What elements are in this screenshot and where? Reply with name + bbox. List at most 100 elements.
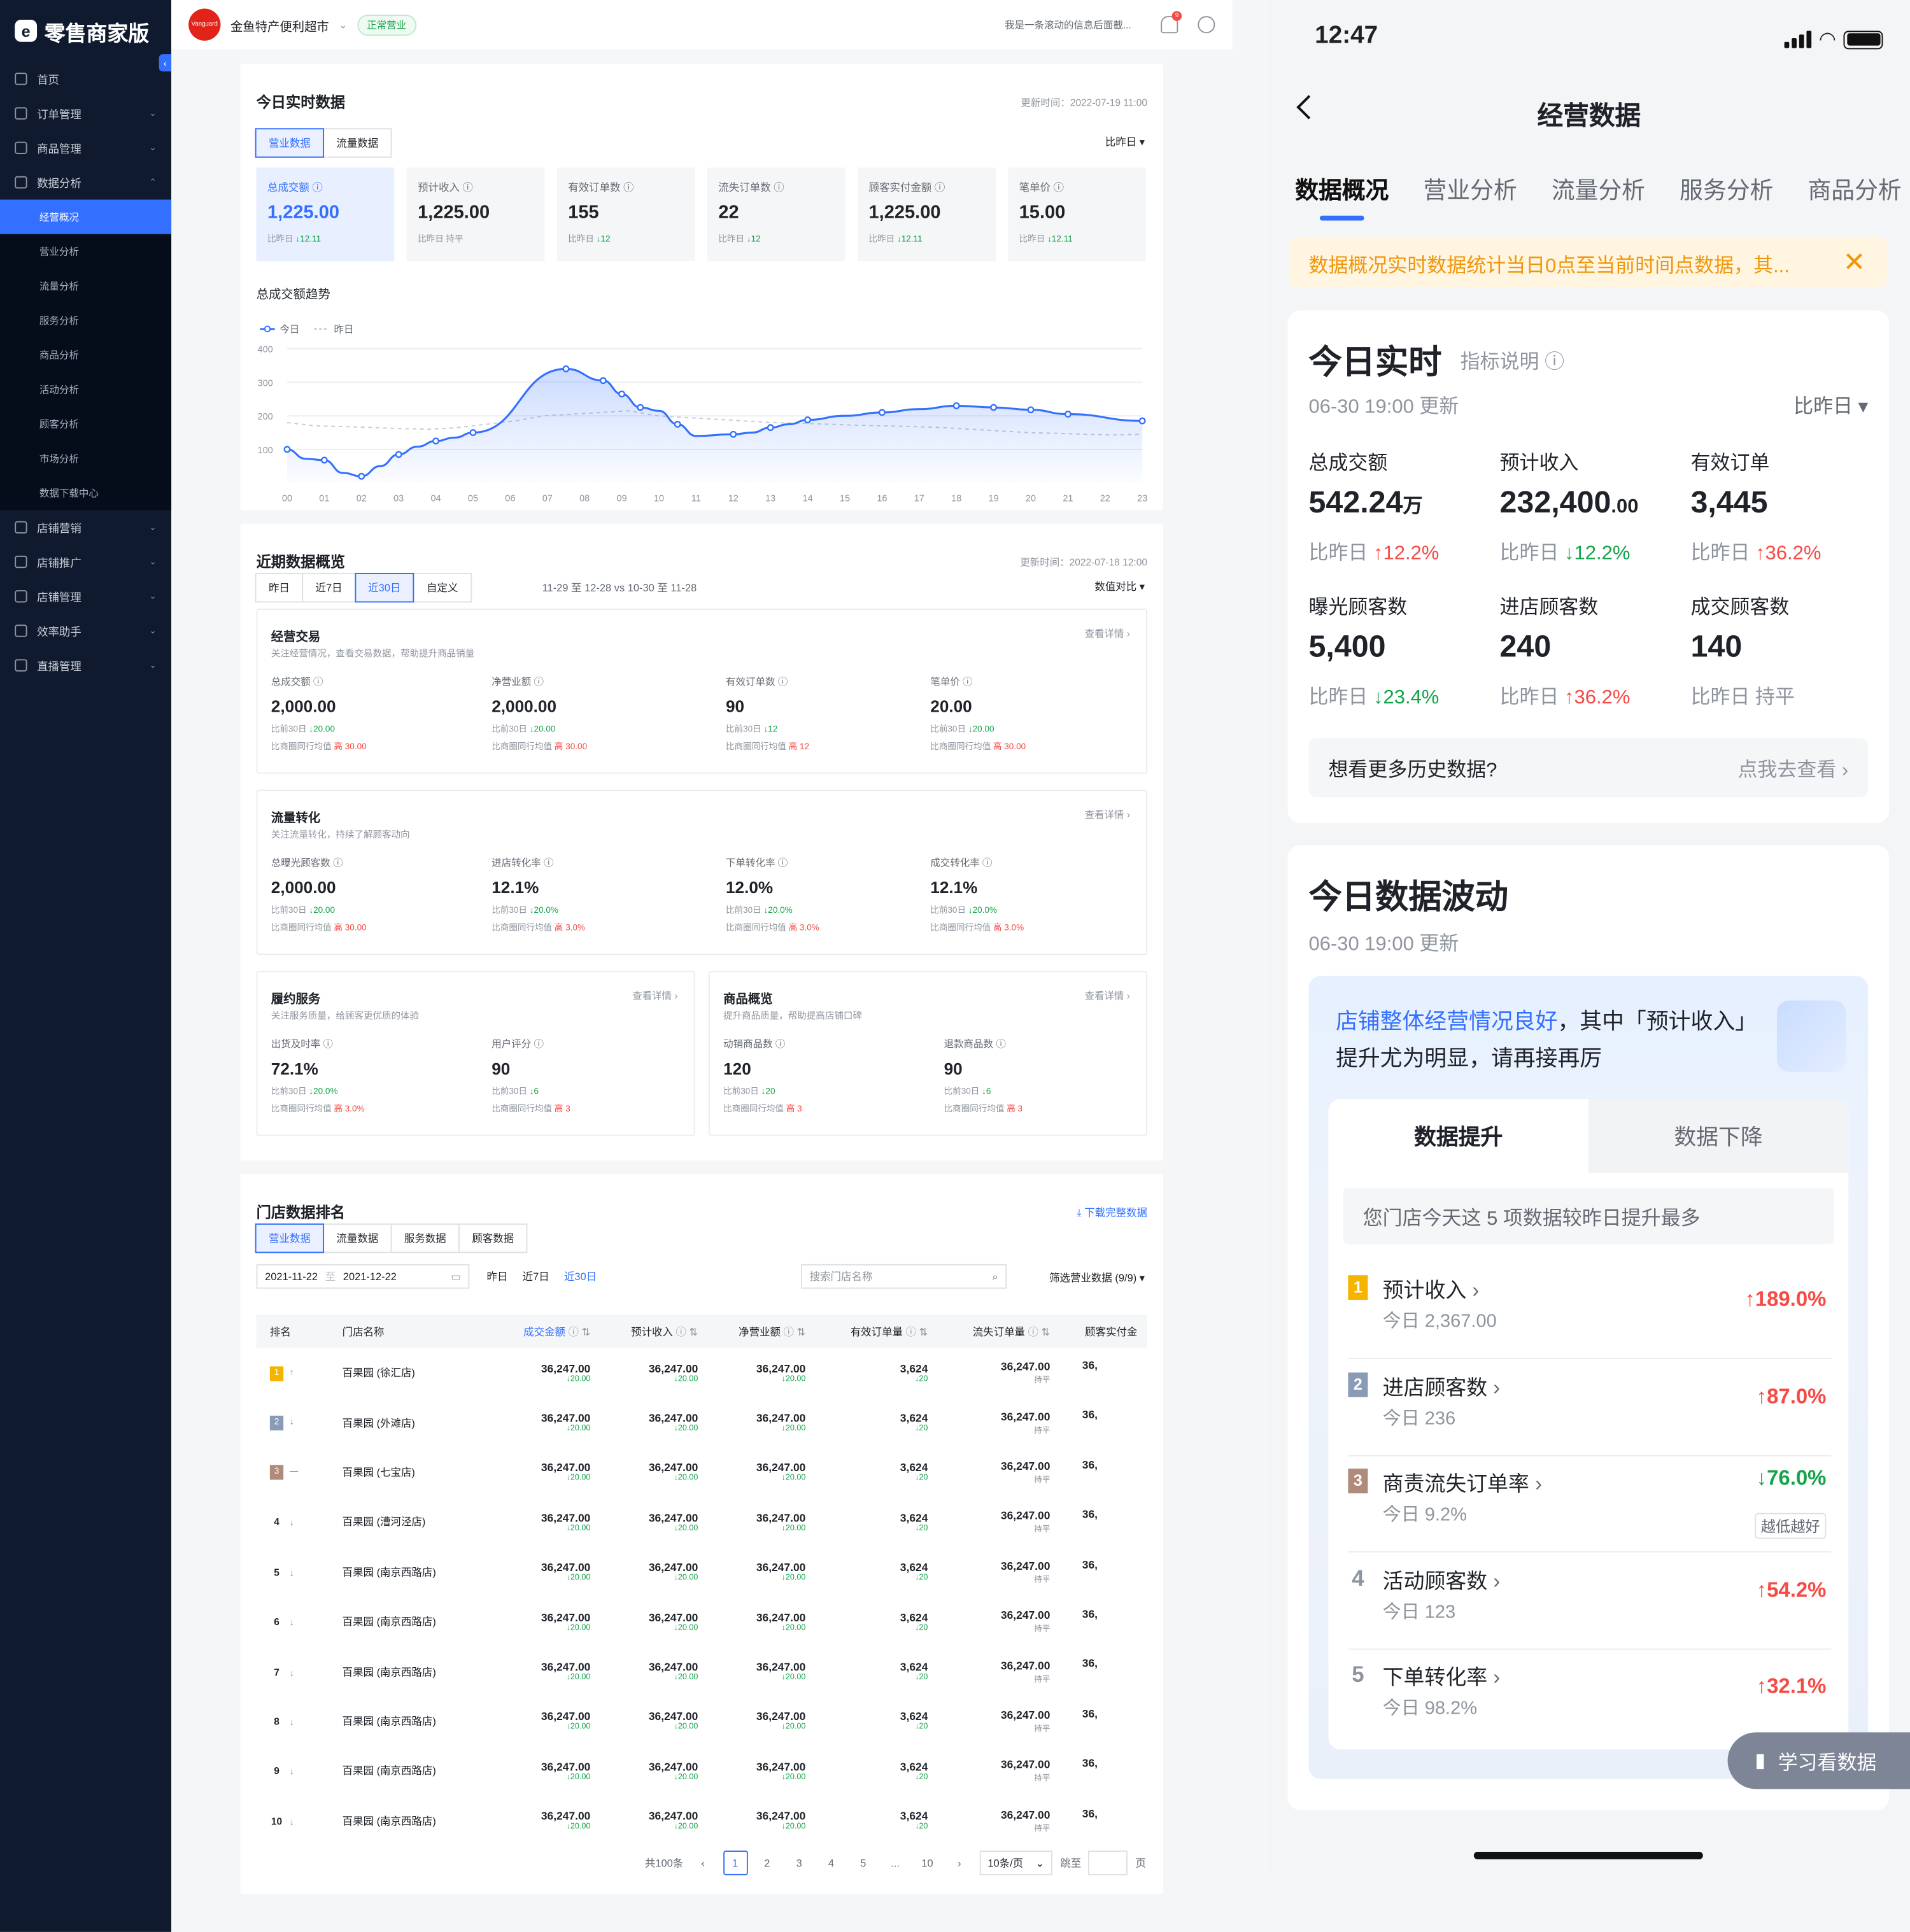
mobile-tab-1[interactable]: 营业分析 [1424,173,1517,206]
today-point[interactable] [804,416,812,423]
page-4[interactable]: 5 [851,1851,875,1875]
column-header-3[interactable]: 预计收入 ⓘ ⇅ [600,1315,708,1348]
today-point[interactable] [469,429,477,437]
metric[interactable]: 笔单价 ⓘ 20.00 比前30日 ↓20.00 比商圈同行均值 高 30.00 [930,675,1026,753]
metric[interactable]: 下单转化率 ⓘ 12.0% 比前30日 ↓20.0% 比商圈同行均值 高 3.0% [726,856,819,934]
metric[interactable]: 有效订单数 ⓘ 90 比前30日 ↓12 比商圈同行均值 高 12 [726,675,809,753]
sidebar-subitem-6[interactable]: 顾客分析 [0,407,171,441]
tab-data-down[interactable]: 数据下降 [1588,1099,1849,1173]
column-header-4[interactable]: 净营业额 ⓘ ⇅ [707,1315,816,1348]
goto-page-input[interactable] [1088,1851,1128,1875]
today-point[interactable] [432,437,439,445]
metric[interactable]: 总曝光顾客数 ⓘ 2,000.00 比前30日 ↓20.00 比商圈同行均值 高 30… [271,856,367,934]
marquee-message[interactable]: 我是一条滚动的信息后面截... [1005,18,1131,31]
learn-data-button[interactable]: ▮ 学习看数据 [1727,1732,1910,1789]
page-6[interactable]: 10 [915,1851,940,1875]
sidebar-item-0[interactable]: 首页 [0,62,171,96]
kpi-card-4[interactable]: 顾客实付金额 ⓘ 1,225.00 比昨日 ↓12.11 [858,167,996,262]
today-point[interactable] [878,409,886,416]
today-point[interactable] [358,472,365,480]
bell-icon[interactable]: 9 [1161,11,1182,34]
sidebar-bottom-item-2[interactable]: 店铺管理 ⌄ [0,579,171,614]
sidebar-item-1[interactable]: 订单管理 ⌄ [0,96,171,130]
table-row[interactable]: 6 ↓ 百果园 (南京西路店) 36,247.00 ↓20.00 36,247.00 ↓20… [257,1597,1147,1646]
metric[interactable]: 进店转化率 ⓘ 12.1% 比前30日 ↓20.0% 比商圈同行均值 高 3.0% [492,856,585,934]
store-switcher[interactable]: 金鱼特产便利超市 [230,15,329,34]
metric[interactable]: 动销商品数 ⓘ 120 比前30日 ↓20 比商圈同行均值 高 3 [723,1038,802,1115]
today-point[interactable] [395,451,402,458]
kpi-card-5[interactable]: 笔单价 ⓘ 15.00 比昨日 ↓12.11 [1008,167,1147,262]
brand-logo[interactable]: e 零售商家版 [0,0,171,62]
kpi-card-0[interactable]: 总成交额 ⓘ 1,225.00 比昨日 ↓12.11 [256,167,395,262]
metric-help-link[interactable]: 指标说明 ⓘ [1461,345,1565,374]
tab-2[interactable]: 服务数据 [390,1223,460,1253]
page-2[interactable]: 3 [787,1851,812,1875]
today-point[interactable] [1138,417,1146,425]
today-point[interactable] [283,446,291,453]
date-range-picker[interactable]: 2021-11-22 至 2021-12-22 ▭ [256,1264,470,1289]
tab-1[interactable]: 流量数据 [323,128,392,158]
see-details-link[interactable]: 查看详情 › [632,989,677,1003]
tab-3[interactable]: 顾客数据 [458,1223,528,1253]
page-0[interactable]: 1 [723,1851,747,1875]
today-point[interactable] [767,424,774,432]
store-search-input[interactable]: 搜索门店名称 ⌕ [801,1264,1007,1289]
today-point[interactable] [990,404,998,411]
next-page-icon[interactable]: › [947,1851,972,1875]
today-point[interactable] [1064,411,1072,418]
tab-0[interactable]: 昨日 [255,573,304,603]
see-details-link[interactable]: 查看详情 › [1084,989,1129,1003]
kpi-card-2[interactable]: 有效订单数 ⓘ 155 比昨日 ↓12 [556,167,695,262]
sidebar-subitem-7[interactable]: 市场分析 [0,441,171,476]
metric[interactable]: 出货及时率 ⓘ 72.1% 比前30日 ↓20.0% 比商圈同行均值 高 3.0% [271,1038,365,1115]
metric[interactable]: 净营业额 ⓘ 2,000.00 比前30日 ↓20.00 比商圈同行均值 高 30.0… [492,675,587,753]
metric[interactable]: 退款商品数 ⓘ 90 比前30日 ↓6 比商圈同行均值 高 3 [944,1038,1022,1115]
tab-0[interactable]: 营业数据 [255,1223,325,1253]
today-point[interactable] [618,390,626,398]
today-point[interactable] [730,430,737,438]
rank-item-1[interactable]: 2 进店顾客数 › 今日 236 ↑87.0% [1348,1360,1832,1456]
today-point[interactable] [320,456,328,464]
today-point[interactable] [599,377,607,384]
sidebar-bottom-item-1[interactable]: 店铺推广 ⌄ [0,544,171,579]
today-point[interactable] [1027,406,1035,414]
quick-range-0[interactable]: 昨日 [487,1269,508,1284]
column-header-6[interactable]: 流失订单量 ⓘ ⇅ [937,1315,1060,1348]
sidebar-subitem-5[interactable]: 活动分析 [0,372,171,407]
chevron-down-icon[interactable]: ⌄ [339,19,347,30]
page-3[interactable]: 4 [819,1851,844,1875]
sidebar-bottom-item-4[interactable]: 直播管理 ⌄ [0,648,171,682]
sidebar-bottom-item-3[interactable]: 效率助手 ⌄ [0,614,171,648]
rank-item-2[interactable]: 3 商责流失订单率 › 今日 9.2% ↓76.0% 越低越好 [1348,1456,1832,1553]
tab-3[interactable]: 自定义 [413,573,472,603]
column-header-7[interactable]: 顾客实付金 [1059,1315,1147,1348]
sidebar-subitem-0[interactable]: 经营概况 [0,199,172,234]
rank-item-3[interactable]: 4 活动顾客数 › 今日 123 ↑54.2% [1348,1553,1832,1649]
mobile-metric-4[interactable]: 进店顾客数 240 比昨日 ↑36.2% [1500,590,1631,710]
table-row[interactable]: 4 ↓ 百果园 (漕河泾店) 36,247.00 ↓20.00 36,247.00 ↓20.… [257,1497,1147,1547]
mobile-tab-0[interactable]: 数据概况 [1295,173,1389,221]
mobile-tab-2[interactable]: 流量分析 [1552,173,1645,206]
mobile-metric-2[interactable]: 有效订单 3,445 比昨日 ↑36.2% [1691,446,1822,566]
today-point[interactable] [562,365,570,372]
sidebar-bottom-item-0[interactable]: 店铺营销 ⌄ [0,510,171,544]
mobile-metric-3[interactable]: 曝光顾客数 5,400 比昨日 ↓23.4% [1309,590,1440,710]
history-entry[interactable]: 想看更多历史数据? 点我去查看 › [1308,738,1869,798]
mobile-tab-4[interactable]: 商品分析 [1807,173,1901,206]
mobile-metric-1[interactable]: 预计收入 232,400.00 比昨日 ↓12.2% [1500,446,1639,566]
column-header-2[interactable]: 成交金额 ⓘ ⇅ [492,1315,600,1348]
mobile-tab-3[interactable]: 服务分析 [1680,173,1773,206]
see-details-link[interactable]: 查看详情 › [1084,627,1129,640]
table-row[interactable]: 5 ↓ 百果园 (南京西路店) 36,247.00 ↓20.00 36,247.00 ↓20… [257,1547,1147,1597]
quick-range-2[interactable]: 近30日 [564,1269,597,1284]
today-point[interactable] [952,402,960,409]
sidebar-item-3[interactable]: 数据分析 ⌃ [0,165,171,199]
sidebar-subitem-1[interactable]: 营业分析 [0,234,171,269]
table-row[interactable]: 2 ↓ 百果园 (外滩店) 36,247.00 ↓20.00 36,247.00 ↓20.0… [257,1398,1147,1448]
rank-item-4[interactable]: 5 下单转化率 › 今日 98.2% ↑32.1% [1348,1650,1831,1746]
metric[interactable]: 成交转化率 ⓘ 12.1% 比前30日 ↓20.0% 比商圈同行均值 高 3.0% [930,856,1024,934]
tab-1[interactable]: 近7日 [302,573,356,603]
sidebar-subitem-3[interactable]: 服务分析 [0,303,171,337]
table-row[interactable]: 7 ↓ 百果园 (南京西路店) 36,247.00 ↓20.00 36,247.00 ↓20… [257,1646,1147,1696]
table-row[interactable]: 8 ↓ 百果园 (南京西路店) 36,247.00 ↓20.00 36,247.00 ↓20… [257,1696,1147,1746]
